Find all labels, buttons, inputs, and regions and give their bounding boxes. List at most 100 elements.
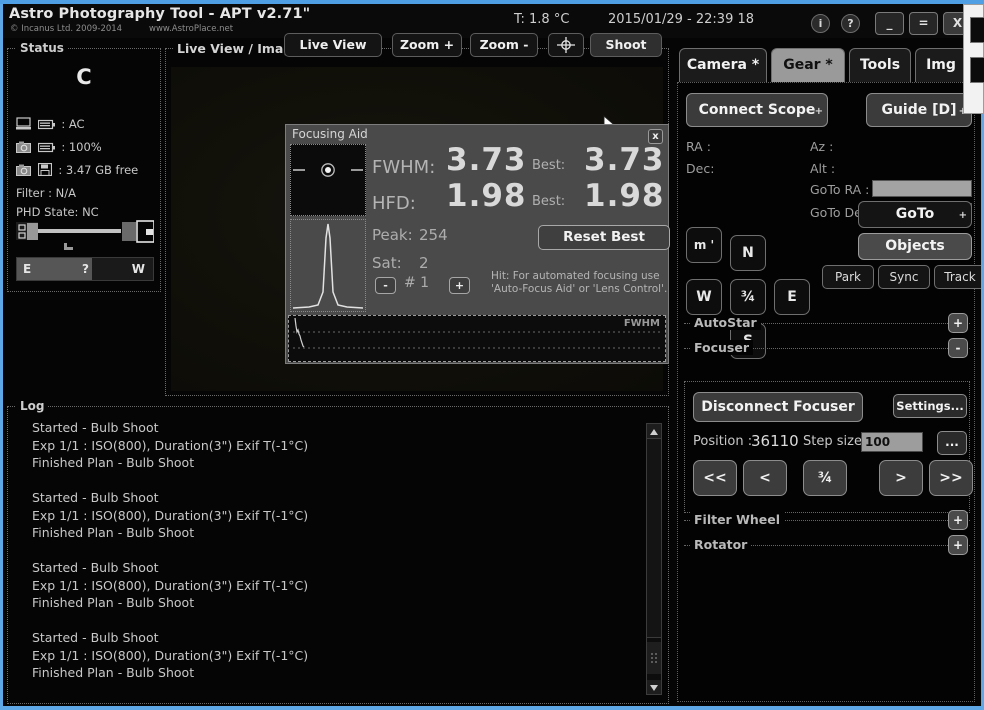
center-crosshair-button[interactable] xyxy=(548,33,584,57)
focuser-position-label: Position : xyxy=(693,434,753,449)
fwhm-best-value: 3.73 xyxy=(584,142,665,178)
help-icon[interactable]: ? xyxy=(841,14,860,33)
log-scrollbar[interactable] xyxy=(646,423,662,695)
focus-out-button[interactable]: < xyxy=(743,460,787,496)
step-size-label: Step size: xyxy=(803,434,867,449)
alt-label: Alt : xyxy=(810,161,836,176)
camera-battery-value: : 100% xyxy=(61,140,102,154)
autostar-expand-button[interactable]: + xyxy=(948,313,968,333)
stop-button[interactable]: ¾ xyxy=(730,279,766,315)
battery-icon xyxy=(37,119,55,130)
az-label: Az : xyxy=(810,139,834,154)
reset-best-button[interactable]: Reset Best xyxy=(538,225,670,250)
scrollbar-grip[interactable] xyxy=(647,642,661,674)
section-filter-wheel: Filter Wheel + xyxy=(684,510,970,530)
objects-button[interactable]: Objects xyxy=(858,233,972,260)
zoom-out-button[interactable]: Zoom - xyxy=(470,33,538,57)
shoot-button[interactable]: Shoot xyxy=(590,33,662,57)
step-size-more-button[interactable]: ... xyxy=(937,431,967,455)
rate-button[interactable]: m ' xyxy=(686,227,722,263)
focus-stop-button[interactable]: ¾ xyxy=(803,460,847,496)
connect-scope-label: Connect Scope xyxy=(698,102,816,118)
dec-label: Dec: xyxy=(686,161,715,176)
filter-wheel-title: Filter Wheel xyxy=(690,512,785,527)
goto-button-label: GoTo xyxy=(895,206,935,222)
fwhm-label: FWHM: xyxy=(372,157,436,178)
north-button[interactable]: N xyxy=(730,235,766,271)
star-index-label: # 1 xyxy=(404,275,430,291)
hfd-value: 1.98 xyxy=(446,178,527,214)
tab-img[interactable]: Img xyxy=(915,48,967,82)
info-icon[interactable]: i xyxy=(811,14,830,33)
temperature-readout: T: 1.8 °C xyxy=(514,12,570,27)
scrollbar-thumb[interactable] xyxy=(647,438,661,638)
ew-unknown-label: ? xyxy=(82,262,89,276)
focuser-position-value: 36110 xyxy=(751,432,799,450)
star-preview-image xyxy=(290,144,366,216)
hfd-best-label: Best: xyxy=(532,194,566,209)
background-window-field[interactable] xyxy=(970,17,984,43)
scroll-down-arrow-icon[interactable] xyxy=(647,680,661,694)
battery-icon xyxy=(37,142,55,153)
application-window: Astro Photography Tool - APT v2.71" © In… xyxy=(0,0,984,710)
maximize-button[interactable]: = xyxy=(909,12,938,35)
filter-wheel-expand-button[interactable]: + xyxy=(948,510,968,530)
plus-mark-icon: + xyxy=(814,106,823,117)
focuser-settings-button[interactable]: Settings... xyxy=(893,394,967,418)
increase-star-button[interactable]: + xyxy=(449,277,470,294)
scroll-up-arrow-icon[interactable] xyxy=(647,424,661,438)
sat-label: Sat: xyxy=(372,254,402,272)
datetime-readout: 2015/01/29 - 22:39 18 xyxy=(608,12,755,27)
background-window-fragment[interactable] xyxy=(963,4,984,114)
fwhm-trend-graphic xyxy=(293,317,661,349)
minimize-button[interactable]: _ xyxy=(875,12,904,35)
fwhm-trend-label: FWHM xyxy=(623,318,660,329)
disconnect-focuser-button[interactable]: Disconnect Focuser xyxy=(693,392,863,422)
power-source-value: : AC xyxy=(61,117,85,131)
focus-in-button[interactable]: > xyxy=(879,460,923,496)
live-view-button[interactable]: Live View xyxy=(284,33,382,57)
tab-tools[interactable]: Tools xyxy=(849,48,911,82)
focus-far-out-button[interactable]: << xyxy=(693,460,737,496)
tab-gear[interactable]: Gear * xyxy=(771,48,845,82)
fwhm-trend-graph: FWHM xyxy=(288,315,666,362)
goto-ra-label: GoTo RA : xyxy=(810,182,870,197)
goto-ra-input[interactable] xyxy=(872,180,972,197)
east-button[interactable]: E xyxy=(774,279,810,315)
guide-button[interactable]: Guide [D] + xyxy=(866,93,972,127)
section-focuser: Focuser - xyxy=(684,338,970,358)
east-west-indicator: E ? W xyxy=(16,257,154,281)
sync-button[interactable]: Sync xyxy=(878,265,930,289)
rotator-expand-button[interactable]: + xyxy=(948,535,968,555)
decrease-star-button[interactable]: - xyxy=(375,277,396,294)
focuser-title: Focuser xyxy=(690,340,754,355)
log-text-area[interactable]: Started - Bulb Shoot Exp 1/1 : ISO(800),… xyxy=(24,419,636,695)
storage-row: : 3.47 GB free xyxy=(16,163,138,177)
connect-scope-button[interactable]: Connect Scope + xyxy=(686,93,828,127)
autostar-title: AutoStar xyxy=(690,315,761,330)
focuser-collapse-button[interactable]: - xyxy=(948,338,968,358)
focusing-aid-dialog[interactable]: Focusing Aid x FWHM: 3.73 Best: 3.73 HFD… xyxy=(285,124,670,364)
zoom-in-button[interactable]: Zoom + xyxy=(392,33,462,57)
track-button[interactable]: Track xyxy=(934,265,981,289)
park-button[interactable]: Park xyxy=(822,265,874,289)
west-button[interactable]: W xyxy=(686,279,722,315)
crosshair-icon xyxy=(557,37,575,53)
fwhm-best-label: Best: xyxy=(532,158,566,173)
background-window-field[interactable] xyxy=(970,57,984,83)
goto-button[interactable]: GoTo + xyxy=(858,201,972,228)
tab-camera[interactable]: Camera * xyxy=(679,48,767,82)
memory-card-icon xyxy=(37,163,52,176)
live-view-title: Live View / Imag xyxy=(174,41,296,56)
focusing-hint-text: Hit: For automated focusing use 'Auto-Fo… xyxy=(491,270,668,295)
right-panel: Camera * Gear * Tools Img Connect Scope … xyxy=(675,48,981,704)
app-title: Astro Photography Tool - APT v2.71" xyxy=(9,6,311,22)
rotator-title: Rotator xyxy=(690,537,752,552)
copyright-text: © Incanus Ltd. 2009-2014 xyxy=(10,24,123,34)
step-size-input[interactable]: 100 xyxy=(861,432,923,452)
gear-tab-content: Connect Scope + Guide [D] + RA : Dec: Az… xyxy=(677,82,981,702)
exposure-slider[interactable] xyxy=(16,219,155,253)
focus-far-in-button[interactable]: >> xyxy=(929,460,973,496)
phd-state: PHD State: NC xyxy=(16,205,99,219)
website-link[interactable]: www.AstroPlace.net xyxy=(149,24,233,34)
